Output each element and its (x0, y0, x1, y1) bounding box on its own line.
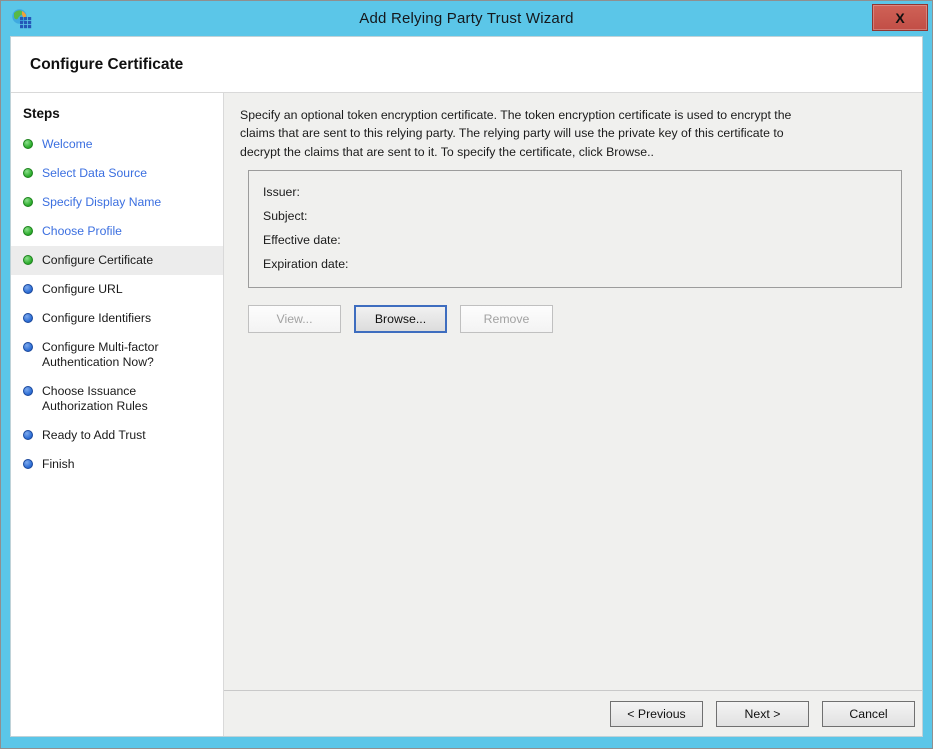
step-label[interactable]: Choose Profile (42, 224, 122, 239)
sidebar-item-select-data-source[interactable]: Select Data Source (11, 159, 223, 188)
step-status-icon (23, 430, 33, 440)
title-bar[interactable]: Add Relying Party Trust Wizard X (1, 1, 932, 36)
sidebar-item-ready-to-add-trust[interactable]: Ready to Add Trust (11, 421, 223, 450)
step-status-icon (23, 459, 33, 469)
step-label: Ready to Add Trust (42, 428, 146, 443)
step-status-icon (23, 255, 33, 265)
next-button[interactable]: Next > (716, 701, 809, 727)
step-status-icon (23, 139, 33, 149)
step-label: Configure URL (42, 282, 123, 297)
step-label[interactable]: Welcome (42, 137, 93, 152)
wizard-footer: < Previous Next > Cancel (224, 690, 922, 736)
instruction-text: Specify an optional token encryption cer… (240, 106, 904, 161)
certificate-field-issuer: Issuer: (263, 180, 889, 204)
step-status-icon (23, 284, 33, 294)
close-button[interactable]: X (872, 4, 928, 31)
sidebar-item-specify-display-name[interactable]: Specify Display Name (11, 188, 223, 217)
browse-button[interactable]: Browse... (354, 305, 447, 333)
certificate-field-effective-date: Effective date: (263, 228, 889, 252)
previous-button[interactable]: < Previous (610, 701, 703, 727)
step-label: Finish (42, 457, 75, 472)
steps-heading: Steps (23, 106, 211, 121)
field-label: Issuer: (263, 180, 300, 204)
client-area: Configure Certificate Steps Welcome Sele… (10, 36, 923, 737)
step-label[interactable]: Select Data Source (42, 166, 147, 181)
window-title: Add Relying Party Trust Wizard (1, 1, 932, 36)
step-status-icon (23, 168, 33, 178)
sidebar-item-configure-url[interactable]: Configure URL (11, 275, 223, 304)
step-label: Configure Certificate (42, 253, 153, 268)
field-label: Effective date: (263, 228, 341, 252)
sidebar-item-configure-identifiers[interactable]: Configure Identifiers (11, 304, 223, 333)
step-status-icon (23, 386, 33, 396)
step-status-icon (23, 197, 33, 207)
cancel-button[interactable]: Cancel (822, 701, 915, 727)
step-label: Configure Identifiers (42, 311, 151, 326)
step-label[interactable]: Specify Display Name (42, 195, 161, 210)
certificate-field-subject: Subject: (263, 204, 889, 228)
page-header: Configure Certificate (11, 37, 922, 93)
certificate-field-expiration-date: Expiration date: (263, 252, 889, 276)
certificate-details-box: Issuer: Subject: Effective date: (248, 170, 902, 288)
step-label: Configure Multi-factor Authentication No… (42, 340, 159, 370)
field-label: Expiration date: (263, 252, 348, 276)
view-button: View... (248, 305, 341, 333)
step-label: Choose Issuance Authorization Rules (42, 384, 148, 414)
step-status-icon (23, 226, 33, 236)
step-status-icon (23, 342, 33, 352)
sidebar-item-welcome[interactable]: Welcome (11, 130, 223, 159)
sidebar-item-choose-issuance-rules[interactable]: Choose Issuance Authorization Rules (11, 377, 223, 421)
step-status-icon (23, 313, 33, 323)
remove-button: Remove (460, 305, 553, 333)
sidebar-item-configure-certificate[interactable]: Configure Certificate (11, 246, 223, 275)
sidebar-item-choose-profile[interactable]: Choose Profile (11, 217, 223, 246)
field-label: Subject: (263, 204, 307, 228)
sidebar-item-configure-multifactor[interactable]: Configure Multi-factor Authentication No… (11, 333, 223, 377)
wizard-window: Add Relying Party Trust Wizard X Configu… (0, 0, 933, 749)
sidebar-item-finish[interactable]: Finish (11, 450, 223, 479)
page-title: Configure Certificate (30, 56, 183, 74)
steps-sidebar: Steps Welcome Select Data Source Specify… (11, 93, 224, 736)
main-panel: Specify an optional token encryption cer… (224, 93, 922, 736)
close-icon: X (895, 10, 904, 26)
